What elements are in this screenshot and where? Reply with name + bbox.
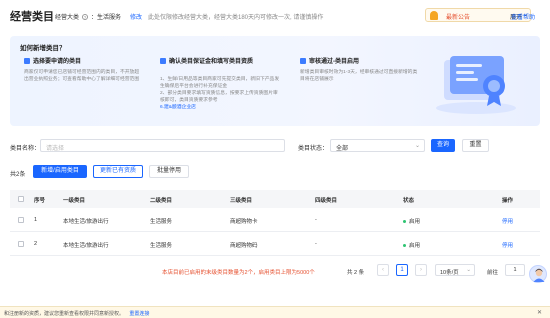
biz-type-value: ：生活服务 [91, 15, 122, 21]
disable-link[interactable]: 停用 [502, 241, 513, 249]
prev-page-button[interactable]: ‹ [377, 264, 389, 276]
wallet-icon [160, 57, 166, 64]
category-name-select[interactable]: 请选择 [40, 139, 285, 152]
pager-total: 共 2 条 [347, 270, 365, 276]
modify-biz-type-link[interactable]: 修改 [130, 12, 142, 21]
goto-page-input[interactable]: 1 [505, 264, 525, 276]
notice-label: 最新公告 [446, 15, 471, 21]
guide-step-3: 审核通过-类目启用 新增类目审核时效为1-3天，经审核通过可直接新增的类目将在店… [300, 56, 418, 83]
disable-link[interactable]: 停用 [502, 217, 513, 225]
page-header: 经营类目 经营大类 ? ：生活服务 修改 此处仅限修改经营大类，经营大类180天… [0, 0, 550, 30]
certificate-illustration [436, 56, 516, 114]
total-count: 共2条 [10, 172, 26, 178]
qualification-reference-link[interactable]: 6.建&酿酒企业店 [160, 105, 196, 110]
page-title: 经营类目 [10, 11, 54, 23]
question-circle-icon[interactable]: ? [82, 13, 89, 20]
status-text: 启用 [409, 219, 421, 225]
cell-level4: - [315, 241, 317, 247]
category-name-placeholder: 请选择 [46, 146, 65, 152]
guide-title: 如何新增类目？ [20, 45, 66, 52]
category-name-label: 类目名称： [10, 146, 41, 152]
cell-no: 2 [34, 241, 38, 247]
col-level4: 四级类目 [315, 198, 338, 204]
reset-button[interactable]: 重置 [462, 139, 489, 152]
table-row: 2 本地生活/旅游出行 生活服务 商超购物码 - 启用 停用 [10, 232, 540, 256]
chevron-down-icon: ⌄ [466, 267, 471, 273]
cell-level2: 生活服务 [150, 243, 173, 249]
col-level2: 二级类目 [150, 198, 173, 204]
page-size-value: 10条/页 [440, 269, 459, 276]
table-header: 序号 一级类目 二级类目 三级类目 四级类目 状态 操作 [10, 190, 540, 208]
batch-disable-button[interactable]: 批量停用 [149, 165, 189, 178]
biz-type-label: 经营大类 [55, 15, 80, 21]
close-icon[interactable]: ✕ [537, 309, 542, 316]
cell-status: 启用 [403, 241, 420, 249]
status-dot-icon [403, 220, 406, 224]
col-level1: 一级类目 [63, 198, 86, 204]
search-button[interactable]: 查询 [431, 139, 455, 152]
help-link[interactable]: 查看帮助 [511, 12, 535, 21]
guide-step-2: 确认类目保证金和填写类目资质 1、生鲜/日用品等类目商家可先提交类目，新旧下产品… [160, 56, 282, 111]
cell-level2: 生活服务 [150, 219, 173, 225]
row-checkbox[interactable] [18, 241, 24, 247]
status-text: 启用 [409, 243, 421, 249]
biz-type: 经营大类 ? ：生活服务 [55, 12, 121, 21]
guide-step-title: 审核通过-类目启用 [309, 59, 359, 65]
biz-type-tip: 此处仅限修改经营大类，经营大类180天内可修改一次, 请谨慎操作 [148, 15, 324, 21]
guide-step-1: 选择要申请的类目 商家仅可申请您已店铺可经营范围内的类目，不开放超出营业执照业务… [24, 56, 142, 83]
authorization-notice-bar: 和注册新的资质，建议您重新查看权限并同意新授权。 重置连接 ✕ [0, 306, 550, 318]
guide-step-body: 1、生鲜/日用品等类目商家可先提交类目，新旧下产品发生确保后平台会进行补充保证金… [160, 77, 280, 103]
megaphone-icon [430, 11, 438, 20]
cell-no: 1 [34, 217, 38, 223]
col-action: 操作 [502, 198, 514, 204]
assistant-avatar-icon[interactable] [529, 265, 547, 283]
reconnect-link[interactable]: 重置连接 [129, 311, 149, 317]
table-row: 1 本地生活/旅游出行 生活服务 商超购物卡 - 启用 停用 [10, 208, 540, 232]
next-page-button[interactable]: › [415, 264, 427, 276]
cell-level3: 商超购物卡 [230, 219, 258, 225]
cell-level4: - [315, 217, 317, 223]
update-qualification-button[interactable]: 更新已有资质 [93, 165, 143, 178]
cell-level3: 商超购物码 [230, 243, 258, 249]
cell-level1: 本地生活/旅游出行 [63, 219, 109, 225]
notice-text: 和注册新的资质，建议您重新查看权限并同意新授权。 重置连接 [4, 310, 149, 317]
select-all-checkbox[interactable] [18, 196, 24, 202]
guide-step-body: 新增类目审核时效为1-3天，经审核通过可直接新增的类目将在店铺展示 [300, 70, 418, 82]
notice-message: 和注册新的资质，建议您重新查看权限并同意新授权。 [4, 311, 125, 317]
status-dot-icon [403, 244, 406, 248]
chevron-down-icon: ⌄ [414, 143, 420, 149]
category-status-label: 类目状态： [298, 146, 329, 152]
category-status-select[interactable]: 全部 ⌄ [330, 139, 425, 152]
col-level3: 三级类目 [230, 198, 253, 204]
add-category-guide: 如何新增类目？ 选择要申请的类目 商家仅可申请您已店铺可经营范围内的类目，不开放… [10, 36, 540, 126]
col-status: 状态 [403, 198, 415, 204]
check-badge-icon [300, 57, 306, 64]
cell-level1: 本地生活/旅游出行 [63, 243, 109, 249]
page-1-button[interactable]: 1 [396, 264, 408, 276]
cell-status: 启用 [403, 217, 420, 225]
guide-step-title: 选择要申请的类目 [33, 59, 82, 65]
category-status-value: 全部 [336, 146, 349, 152]
category-limit-warning: 本店目前已启用的末级类目数量为2个，启用类目上限为5000个 [162, 270, 315, 276]
goto-label: 前往 [487, 270, 499, 276]
page-size-select[interactable]: 10条/页 ⌄ [435, 264, 475, 276]
col-no: 序号 [34, 198, 46, 204]
guide-step-body: 商家仅可申请您已店铺可经营范围内的类目，不开放超出营业执照业务；可查看帮助中心了… [24, 70, 140, 82]
document-icon [24, 57, 30, 64]
row-checkbox[interactable] [18, 217, 24, 223]
add-category-button[interactable]: 新增/启用类目 [33, 165, 87, 178]
guide-step-title: 确认类目保证金和填写类目资质 [169, 59, 254, 65]
